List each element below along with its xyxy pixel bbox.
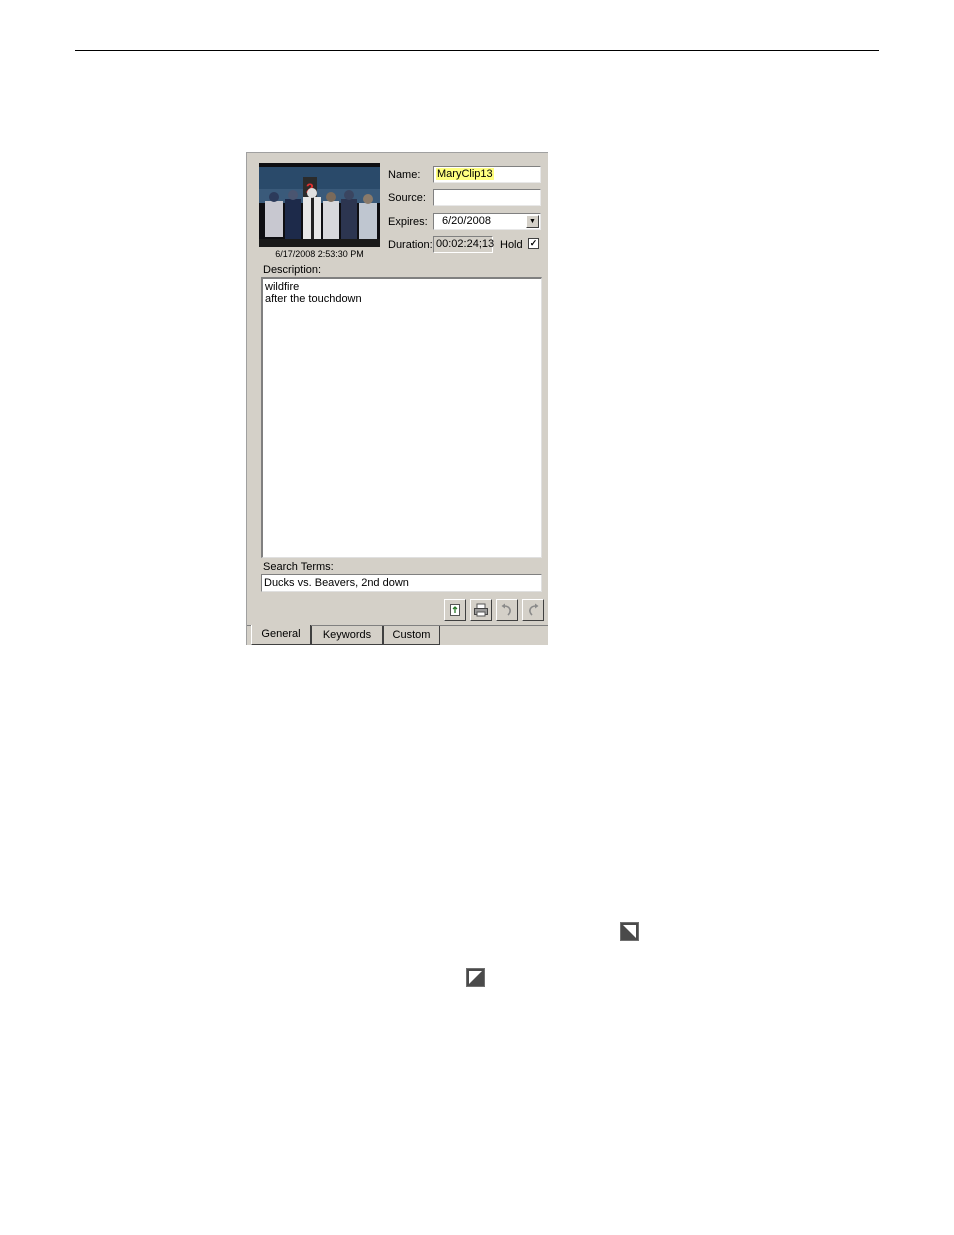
search-terms-label: Search Terms: <box>263 561 334 573</box>
hold-label: Hold <box>500 239 523 251</box>
thumbnail-timestamp: 6/17/2008 2:53:30 PM <box>275 249 364 259</box>
hold-checkbox[interactable]: ✓ <box>528 238 539 249</box>
expires-label: Expires: <box>388 216 428 228</box>
description-label: Description: <box>263 264 322 276</box>
description-line: wildfire <box>265 281 300 293</box>
undo-button[interactable] <box>496 599 518 621</box>
checkmark-icon: ✓ <box>529 238 538 248</box>
name-value: MaryClip13 <box>436 168 494 180</box>
clip-properties-panel: 2 6/17/2008 2:53:30 PM Name: MaryClip13 … <box>246 152 548 645</box>
description-textarea[interactable]: wildfire after the touchdown <box>261 277 542 558</box>
header-rule <box>75 50 879 51</box>
chevron-down-icon[interactable]: ▼ <box>526 215 539 228</box>
search-terms-input[interactable]: Ducks vs. Beavers, 2nd down <box>261 574 542 592</box>
new-document-icon <box>450 604 460 616</box>
description-line: after the touchdown <box>265 293 362 305</box>
expand-corner-icon <box>620 922 639 941</box>
name-label: Name: <box>388 169 421 181</box>
redo-button[interactable] <box>522 599 544 621</box>
clip-thumbnail: 2 <box>259 163 380 247</box>
tab-keywords[interactable]: Keywords <box>311 626 383 645</box>
name-field[interactable]: MaryClip13 <box>433 166 541 183</box>
undo-icon <box>501 603 511 616</box>
duration-label: Duration: <box>388 239 433 251</box>
expires-value: 6/20/2008 <box>442 215 491 227</box>
redo-icon <box>529 603 539 616</box>
tab-general[interactable]: General <box>251 625 311 645</box>
print-icon <box>474 603 488 617</box>
source-field[interactable] <box>433 189 541 206</box>
duration-field: 00:02:24;13 <box>433 236 494 253</box>
expires-select[interactable]: 6/20/2008 ▼ <box>433 213 541 230</box>
print-button[interactable] <box>470 599 492 621</box>
source-label: Source: <box>388 192 426 204</box>
tab-custom[interactable]: Custom <box>383 626 440 645</box>
collapse-corner-icon <box>466 968 485 987</box>
new-document-button[interactable] <box>444 599 466 621</box>
